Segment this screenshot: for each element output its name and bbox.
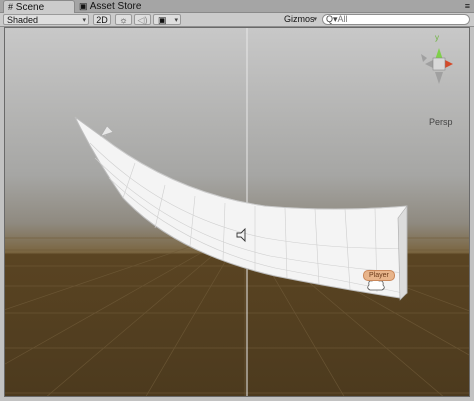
z-axis-cone-icon[interactable] xyxy=(421,54,427,62)
2d-toggle-label: 2D xyxy=(96,15,108,25)
search-input[interactable]: Q▾All xyxy=(322,14,470,25)
scene-grid-icon: # xyxy=(8,2,14,12)
projection-label[interactable]: Persp xyxy=(429,117,453,127)
axis-label-y: y xyxy=(435,33,439,42)
scene-lighting-toggle[interactable]: ☼ xyxy=(115,14,132,25)
orientation-gizmo[interactable] xyxy=(421,48,453,84)
scene-viewport[interactable]: y Persp Player xyxy=(4,27,470,397)
scene-toolbar: Shaded 2D ☼ ◁) ▣ Gizmos Q▾All xyxy=(0,13,474,27)
gizmos-dropdown[interactable]: Gizmos xyxy=(282,14,319,25)
tab-bar: # Scene ▣ Asset Store ≡ xyxy=(0,0,474,13)
image-effects-icon: ▣ xyxy=(158,15,167,25)
scene-audio-toggle[interactable]: ◁) xyxy=(134,14,151,25)
track-mesh[interactable] xyxy=(74,116,408,299)
tab-asset-store-label: Asset Store xyxy=(89,1,142,12)
gizmos-label: Gizmos xyxy=(284,14,315,24)
speaker-audio-icon: ◁) xyxy=(137,15,148,25)
search-placeholder: All xyxy=(337,14,348,24)
neg-y-axis-cone-icon[interactable] xyxy=(435,72,443,84)
gizmo-center-cube[interactable] xyxy=(432,57,446,71)
tab-asset-store[interactable]: ▣ Asset Store xyxy=(75,0,147,12)
shading-mode-label: Shaded xyxy=(7,15,39,25)
shopping-bag-icon: ▣ xyxy=(79,1,88,11)
track-start-flap xyxy=(100,125,114,137)
cloud-icon[interactable] xyxy=(367,279,385,291)
tab-scene[interactable]: # Scene xyxy=(3,0,75,13)
window-menu-icon[interactable]: ≡ xyxy=(465,1,470,11)
scene-canvas xyxy=(5,28,469,396)
shading-mode-dropdown[interactable]: Shaded xyxy=(3,14,89,26)
neg-x-axis-cone-icon[interactable] xyxy=(425,60,433,68)
x-axis-cone-icon[interactable] xyxy=(445,60,453,68)
player-tag-label[interactable]: Player xyxy=(363,270,395,281)
search-icon: Q▾ xyxy=(326,14,338,24)
sun-lighting-icon: ☼ xyxy=(119,15,128,25)
tab-scene-label: Scene xyxy=(15,2,45,13)
2d-toggle-button[interactable]: 2D xyxy=(93,14,111,25)
scene-effects-dropdown[interactable]: ▣ xyxy=(153,14,181,26)
